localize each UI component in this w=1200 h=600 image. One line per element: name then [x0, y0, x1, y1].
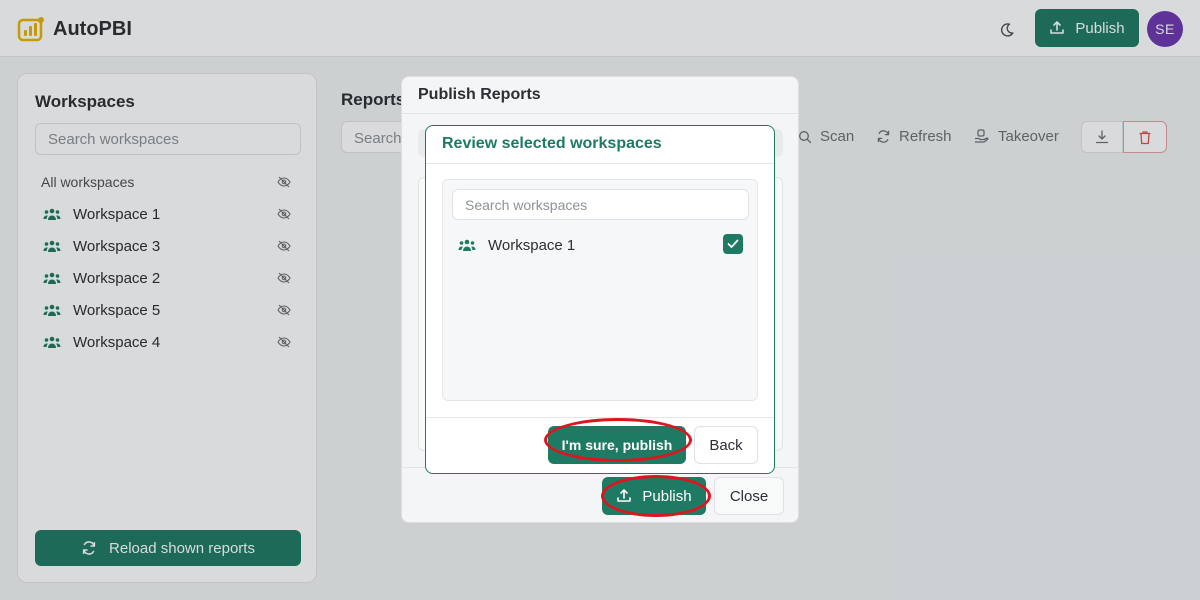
upload-icon [617, 489, 632, 502]
review-workspace-item[interactable]: Workspace 1 [452, 230, 749, 260]
review-workspace-search-input[interactable] [452, 189, 749, 220]
checkmark-icon [727, 239, 739, 248]
review-dialog-body: Workspace 1 [442, 179, 758, 401]
confirm-publish-button[interactable]: I'm sure, publish [548, 426, 686, 464]
publish-modal-title: Publish Reports [418, 86, 541, 103]
users-icon [458, 236, 476, 254]
modal-publish-label: Publish [642, 487, 692, 505]
workspace-checkbox[interactable] [723, 234, 743, 254]
modal-publish-button[interactable]: Publish [602, 477, 706, 515]
divider [426, 417, 774, 418]
divider [426, 163, 774, 164]
review-workspace-label: Workspace 1 [488, 236, 576, 254]
back-button[interactable]: Back [694, 426, 758, 464]
divider [402, 113, 798, 114]
modal-close-button[interactable]: Close [714, 477, 784, 515]
review-dialog-title: Review selected workspaces [442, 135, 662, 152]
review-workspaces-dialog: Review selected workspaces Workspace 1 I… [425, 125, 775, 474]
